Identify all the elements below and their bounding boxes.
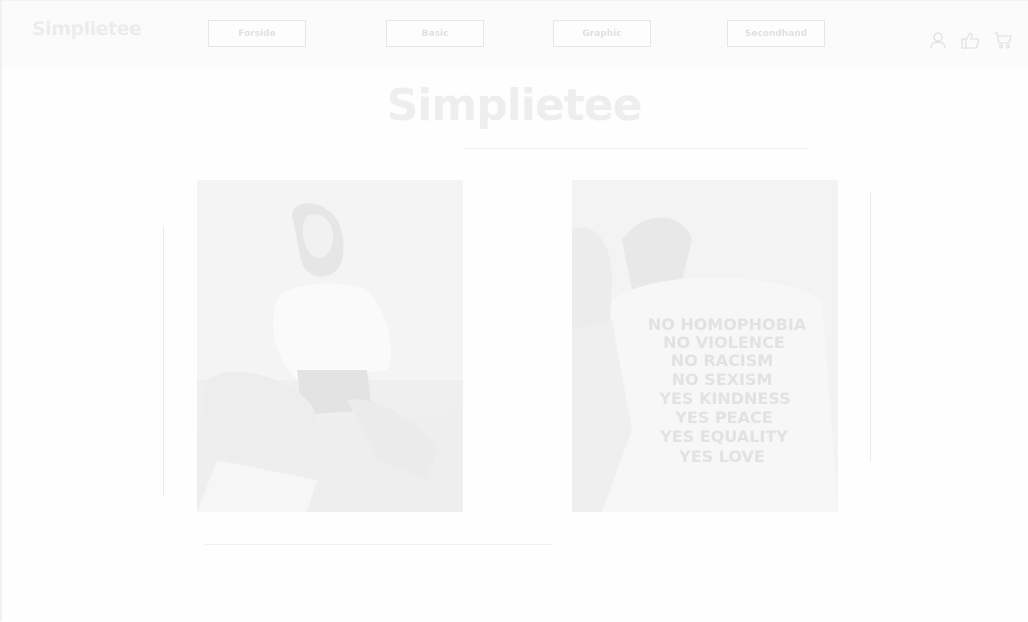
shirt-text-line: YES KINDNESS <box>658 389 790 408</box>
nav-graphic-button[interactable]: Graphic <box>553 20 651 47</box>
product-photo-slogan-tshirt[interactable]: NO HOMOPHOBIA NO VIOLENCE NO RACISM NO S… <box>572 180 838 512</box>
shirt-text-line: YES LOVE <box>678 447 765 466</box>
product-photo-woman[interactable] <box>197 180 463 512</box>
left-divider <box>163 226 164 496</box>
like-icon[interactable] <box>961 30 981 50</box>
nav-basic-button[interactable]: Basic <box>386 20 484 47</box>
shirt-text-line: YES EQUALITY <box>659 427 788 446</box>
shirt-text-line: NO VIOLENCE <box>663 333 785 352</box>
nav-secondhand-button[interactable]: Secondhand <box>727 20 825 47</box>
nav-forside-button[interactable]: Forside <box>208 20 306 47</box>
cart-icon[interactable] <box>993 30 1013 50</box>
site-header: Simplietee Forside Basic Graphic Secondh… <box>2 1 1028 67</box>
shirt-text-line: YES PEACE <box>674 408 772 427</box>
shirt-text-line: NO HOMOPHOBIA <box>648 315 807 334</box>
title-divider <box>464 148 808 149</box>
hero-title: Simplietee <box>386 80 643 131</box>
shirt-text-line: NO SEXISM <box>672 370 773 389</box>
shirt-text-line: NO RACISM <box>671 351 773 370</box>
user-icon[interactable] <box>928 30 948 50</box>
bottom-divider <box>205 544 553 545</box>
site-logo[interactable]: Simplietee <box>32 18 142 40</box>
right-divider <box>870 192 871 462</box>
